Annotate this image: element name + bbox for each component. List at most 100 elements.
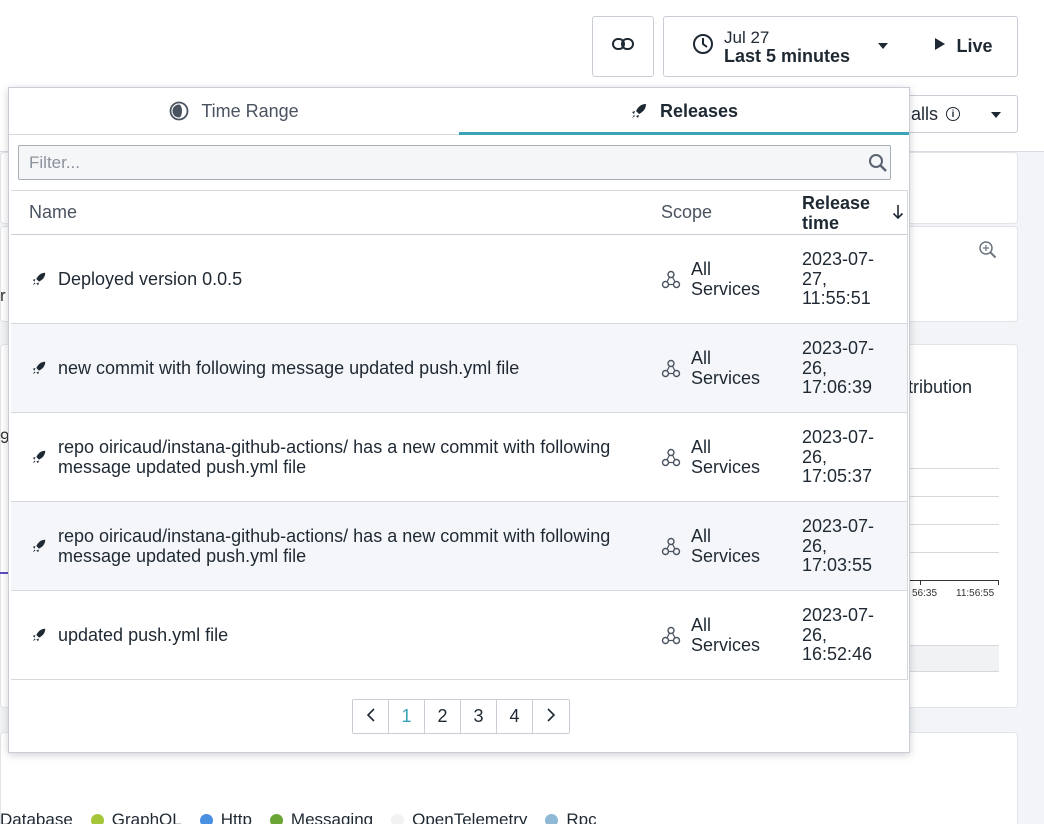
time-range-icon: [169, 101, 189, 121]
table-row[interactable]: new commit with following message update…: [11, 324, 907, 413]
partial-text: r: [0, 286, 6, 305]
rocket-icon: [31, 449, 47, 470]
rocket-icon: [31, 360, 47, 381]
chevron-right-icon: [547, 706, 556, 727]
tab-label: Releases: [659, 100, 739, 121]
rocket-icon: [31, 538, 47, 559]
axis-tick: [920, 580, 921, 585]
time-date: Jul 27: [724, 27, 770, 47]
legend-item[interactable]: Http: [199, 810, 252, 824]
live-label: Live: [956, 36, 993, 56]
services-icon: [661, 448, 681, 473]
legend-swatch: [545, 813, 559, 824]
legend-item[interactable]: OpenTelemetry: [391, 810, 527, 824]
legend-item[interactable]: GraphQL: [90, 810, 182, 824]
column-header-name[interactable]: Name: [29, 202, 77, 223]
tab-time-range[interactable]: Time Range: [9, 88, 459, 134]
legend-label: Http: [220, 810, 252, 824]
clock-icon: [692, 33, 714, 60]
popover-tabs: Time Range Releases: [9, 88, 909, 135]
axis-tick-label: 56:35: [912, 588, 938, 599]
release-scope: All Services: [691, 259, 761, 299]
services-icon: [661, 270, 681, 295]
chart-band: [908, 645, 999, 672]
services-icon: [661, 537, 681, 562]
table-row[interactable]: updated push.yml file All Services 2023-07…: [11, 591, 907, 680]
grid-line: [908, 524, 999, 525]
tab-label: Time Range: [201, 100, 299, 121]
metric-select-label: alls: [911, 103, 939, 124]
play-icon: [934, 37, 946, 56]
legend-swatch: [269, 813, 283, 824]
release-scope: All Services: [691, 437, 761, 477]
rocket-icon: [31, 271, 47, 292]
rocket-icon: [630, 102, 648, 120]
prev-page-button[interactable]: [353, 700, 389, 733]
legend-item[interactable]: Database: [0, 810, 73, 824]
info-icon: i: [946, 107, 961, 121]
legend-item[interactable]: Messaging: [269, 810, 374, 824]
grid-line: [908, 552, 999, 553]
link-icon: [612, 37, 634, 56]
table-row[interactable]: repo oiricaud/instana-github-actions/ ha…: [11, 413, 907, 502]
release-time: 2023-07-27, 11:55:51: [802, 248, 875, 308]
legend-swatch: [90, 813, 104, 824]
zoom-icon[interactable]: [978, 240, 998, 265]
time-picker-popover: Time Range Releases Name Scope Release t…: [8, 87, 910, 753]
release-scope: All Services: [691, 615, 761, 655]
release-name: repo oiricaud/instana-github-actions/ ha…: [58, 526, 611, 566]
column-header-scope[interactable]: Scope: [661, 202, 712, 223]
legend-label: Rpc: [566, 810, 597, 824]
axis-tick: [998, 580, 999, 585]
legend-label: Messaging: [290, 810, 374, 824]
release-name: repo oiricaud/instana-github-actions/ ha…: [58, 437, 611, 477]
page-button[interactable]: 2: [425, 700, 461, 733]
next-page-button[interactable]: [533, 700, 569, 733]
services-icon: [661, 626, 681, 651]
release-time: 2023-07-26, 17:05:37: [802, 426, 875, 486]
release-name: new commit with following message update…: [58, 358, 520, 378]
release-scope: All Services: [691, 348, 761, 388]
axis-tick-label: 11:56:55: [956, 588, 995, 599]
copy-link-button[interactable]: [592, 16, 654, 77]
rocket-icon: [31, 627, 47, 648]
legend-label: Database: [0, 810, 73, 824]
release-time: 2023-07-26, 16:52:46: [802, 604, 875, 664]
page-button[interactable]: 1: [389, 700, 425, 733]
grid-line: [908, 496, 999, 497]
legend-label: GraphQL: [111, 810, 182, 824]
chevron-left-icon: [366, 706, 375, 727]
release-time: 2023-07-26, 17:06:39: [802, 337, 875, 397]
sort-descending-icon[interactable]: [892, 204, 904, 225]
legend-label: OpenTelemetry: [412, 810, 528, 824]
live-button[interactable]: Live: [910, 16, 1018, 77]
releases-table: Name Scope Release time Deployed version…: [11, 190, 908, 680]
table-header: Name Scope Release time: [11, 191, 907, 235]
filter-field[interactable]: [18, 145, 891, 180]
table-row[interactable]: repo oiricaud/instana-github-actions/ ha…: [11, 502, 907, 591]
chevron-down-icon: [878, 43, 888, 49]
legend-swatch: [199, 813, 213, 824]
grid-line: [908, 468, 999, 469]
chart-legend: Database GraphQL Http Messaging OpenTelemetr…: [0, 810, 615, 824]
column-header-release-time[interactable]: Release time: [802, 193, 892, 233]
release-name: Deployed version 0.0.5: [58, 269, 243, 289]
services-icon: [661, 359, 681, 384]
chart-series-line: [0, 572, 8, 574]
x-axis: [908, 580, 999, 581]
time-picker-button[interactable]: Jul 27 Last 5 minutes: [663, 16, 911, 77]
release-time: 2023-07-26, 17:03:55: [802, 515, 875, 575]
page-button[interactable]: 3: [461, 700, 497, 733]
legend-item[interactable]: Rpc: [545, 810, 597, 824]
page-button[interactable]: 4: [497, 700, 533, 733]
chevron-down-icon: [991, 112, 1001, 118]
table-row[interactable]: Deployed version 0.0.5 All Services 2023-0…: [11, 235, 907, 324]
search-icon: [868, 153, 888, 178]
release-name: updated push.yml file: [58, 625, 229, 645]
pagination: 1 2 3 4: [352, 699, 570, 734]
tab-releases[interactable]: Releases: [459, 88, 909, 135]
chart-title: tribution: [908, 377, 973, 397]
filter-input[interactable]: [19, 146, 890, 179]
release-scope: All Services: [691, 526, 761, 566]
time-range-label: Last 5 minutes: [724, 45, 851, 66]
